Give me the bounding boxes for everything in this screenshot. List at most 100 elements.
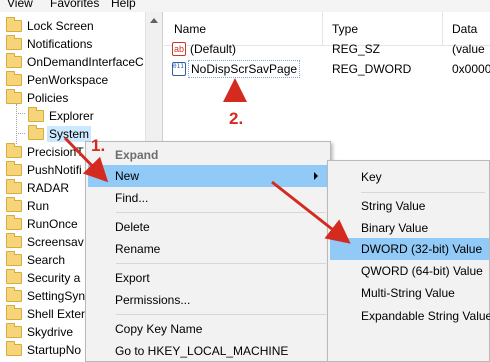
folder-icon	[28, 125, 44, 140]
list-row[interactable]: ab (Default) REG_SZ (value	[164, 39, 490, 59]
menu-item-find[interactable]: Find...	[88, 187, 328, 209]
folder-icon	[6, 233, 22, 248]
tree-item-label: Notifications	[27, 37, 93, 51]
tree-item-label: OnDemandInterfaceC	[27, 55, 144, 69]
tree-item[interactable]: Search	[6, 250, 65, 270]
submenu-item-qword-value[interactable]: QWORD (64-bit) Value	[330, 260, 489, 282]
menu-separator	[361, 192, 485, 193]
tree-item-label: Run	[27, 199, 50, 213]
submenu-item-string-value[interactable]: String Value	[330, 195, 489, 217]
menu-item-label: Expand	[115, 148, 159, 162]
folder-icon	[6, 53, 22, 68]
tree-item[interactable]: Lock Screen	[6, 16, 94, 36]
string-value-icon: ab	[172, 42, 186, 56]
column-header-name[interactable]: Name	[174, 22, 206, 36]
tree-item[interactable]: PrecisionT	[6, 142, 84, 162]
menu-bar: View Favorites Help	[0, 0, 490, 12]
value-name: (Default)	[190, 42, 237, 56]
list-row[interactable]: 011 110 NoDispScrSavPage REG_DWORD 0x000…	[164, 59, 490, 79]
tree-item-label: RADAR	[27, 181, 70, 195]
menu-item-label: Key	[361, 170, 382, 184]
menu-separator	[116, 314, 326, 315]
column-header-type[interactable]: Type	[332, 22, 358, 36]
menu-item-goto[interactable]: Go to HKEY_LOCAL_MACHINE	[88, 340, 328, 362]
value-type: REG_SZ	[332, 42, 381, 56]
menu-help[interactable]: Help	[111, 0, 136, 10]
tree-item[interactable]: StartupNo	[6, 340, 81, 360]
tree-item-label: Skydrive	[27, 325, 74, 339]
folder-icon	[6, 89, 22, 104]
folder-icon	[6, 305, 22, 320]
tree-item[interactable]: RunOnce	[6, 214, 78, 234]
tree-item-label: Policies	[27, 91, 69, 105]
folder-icon	[6, 71, 22, 86]
context-menu: Expand New Find... Delete Rename Export …	[85, 141, 331, 362]
tree-item-label: SettingSyn	[27, 289, 86, 303]
tree-item-label: Shell Exter	[27, 307, 86, 321]
tree-item[interactable]: Skydrive	[6, 322, 73, 342]
folder-icon	[6, 161, 22, 176]
new-submenu: Key String Value Binary Value DWORD (32-…	[327, 160, 490, 362]
menu-item-rename[interactable]: Rename	[88, 238, 328, 260]
tree-item[interactable]: PenWorkspace	[6, 70, 108, 90]
tree-item[interactable]: Security a	[6, 268, 80, 288]
value-name: NoDispScrSavPage	[188, 60, 301, 78]
menu-separator	[116, 212, 326, 213]
tree-item-label: Lock Screen	[27, 19, 94, 33]
tree-item[interactable]: Explorer	[28, 106, 94, 126]
menu-item-expand[interactable]: Expand	[88, 144, 328, 166]
menu-item-label: Multi-String Value	[361, 286, 455, 300]
menu-item-label: Binary Value	[361, 221, 429, 235]
tree-item-label: RunOnce	[27, 217, 78, 231]
menu-item-label: Permissions...	[115, 293, 191, 307]
submenu-item-expandable-string-value[interactable]: Expandable String Value	[330, 305, 490, 327]
folder-icon	[6, 251, 22, 266]
scroll-up-arrow-icon[interactable]	[150, 18, 158, 23]
tree-item[interactable]: Shell Exter	[6, 304, 85, 324]
folder-icon	[6, 197, 22, 212]
menu-item-label: DWORD (32-bit) Value	[361, 242, 483, 256]
submenu-item-dword-value[interactable]: DWORD (32-bit) Value	[330, 238, 489, 260]
folder-icon	[6, 17, 22, 32]
column-header-data[interactable]: Data	[452, 22, 477, 36]
tree-item-selected[interactable]: System	[28, 124, 92, 144]
menu-item-label: Go to HKEY_LOCAL_MACHINE	[115, 344, 289, 358]
submenu-item-key[interactable]: Key	[330, 166, 489, 188]
menu-item-new[interactable]: New	[88, 165, 328, 187]
menu-favorites[interactable]: Favorites	[50, 0, 99, 10]
tree-item[interactable]: Policies	[6, 88, 68, 108]
menu-item-label: New	[115, 169, 140, 183]
tree-item-label: Security a	[27, 271, 81, 285]
value-data: 0x0000	[452, 62, 490, 76]
tree-item[interactable]: OnDemandInterfaceC	[6, 52, 144, 72]
folder-icon	[6, 341, 22, 356]
menu-item-delete[interactable]: Delete	[88, 216, 328, 238]
menu-item-label: Copy Key Name	[115, 322, 203, 336]
tree-item[interactable]: Run	[6, 196, 49, 216]
folder-icon	[6, 269, 22, 284]
menu-item-label: Rename	[115, 242, 161, 256]
folder-icon	[6, 215, 22, 230]
menu-item-label: Delete	[115, 220, 150, 234]
tree-item-label: StartupNo	[27, 343, 82, 357]
menu-item-permissions[interactable]: Permissions...	[88, 289, 328, 311]
menu-item-copy-key-name[interactable]: Copy Key Name	[88, 318, 328, 340]
tree-item[interactable]: SettingSyn	[6, 286, 85, 306]
tree-item[interactable]: Notifications	[6, 34, 92, 54]
folder-icon	[6, 143, 22, 158]
folder-icon	[6, 323, 22, 338]
tree-item[interactable]: RADAR	[6, 178, 69, 198]
folder-icon	[6, 179, 22, 194]
submenu-item-multi-string-value[interactable]: Multi-String Value	[330, 282, 489, 304]
folder-icon	[6, 35, 22, 50]
tree-item-label: Screensav	[27, 235, 84, 249]
submenu-item-binary-value[interactable]: Binary Value	[330, 217, 489, 239]
binary-value-icon: 011 110	[172, 62, 198, 76]
menu-view[interactable]: View	[7, 0, 33, 10]
menu-item-label: String Value	[361, 199, 426, 213]
menu-item-export[interactable]: Export	[88, 267, 328, 289]
menu-separator	[116, 263, 326, 264]
tree-item[interactable]: Screensav	[6, 232, 84, 252]
tree-connector	[16, 133, 25, 134]
tree-item[interactable]: PushNotifi	[6, 160, 82, 180]
